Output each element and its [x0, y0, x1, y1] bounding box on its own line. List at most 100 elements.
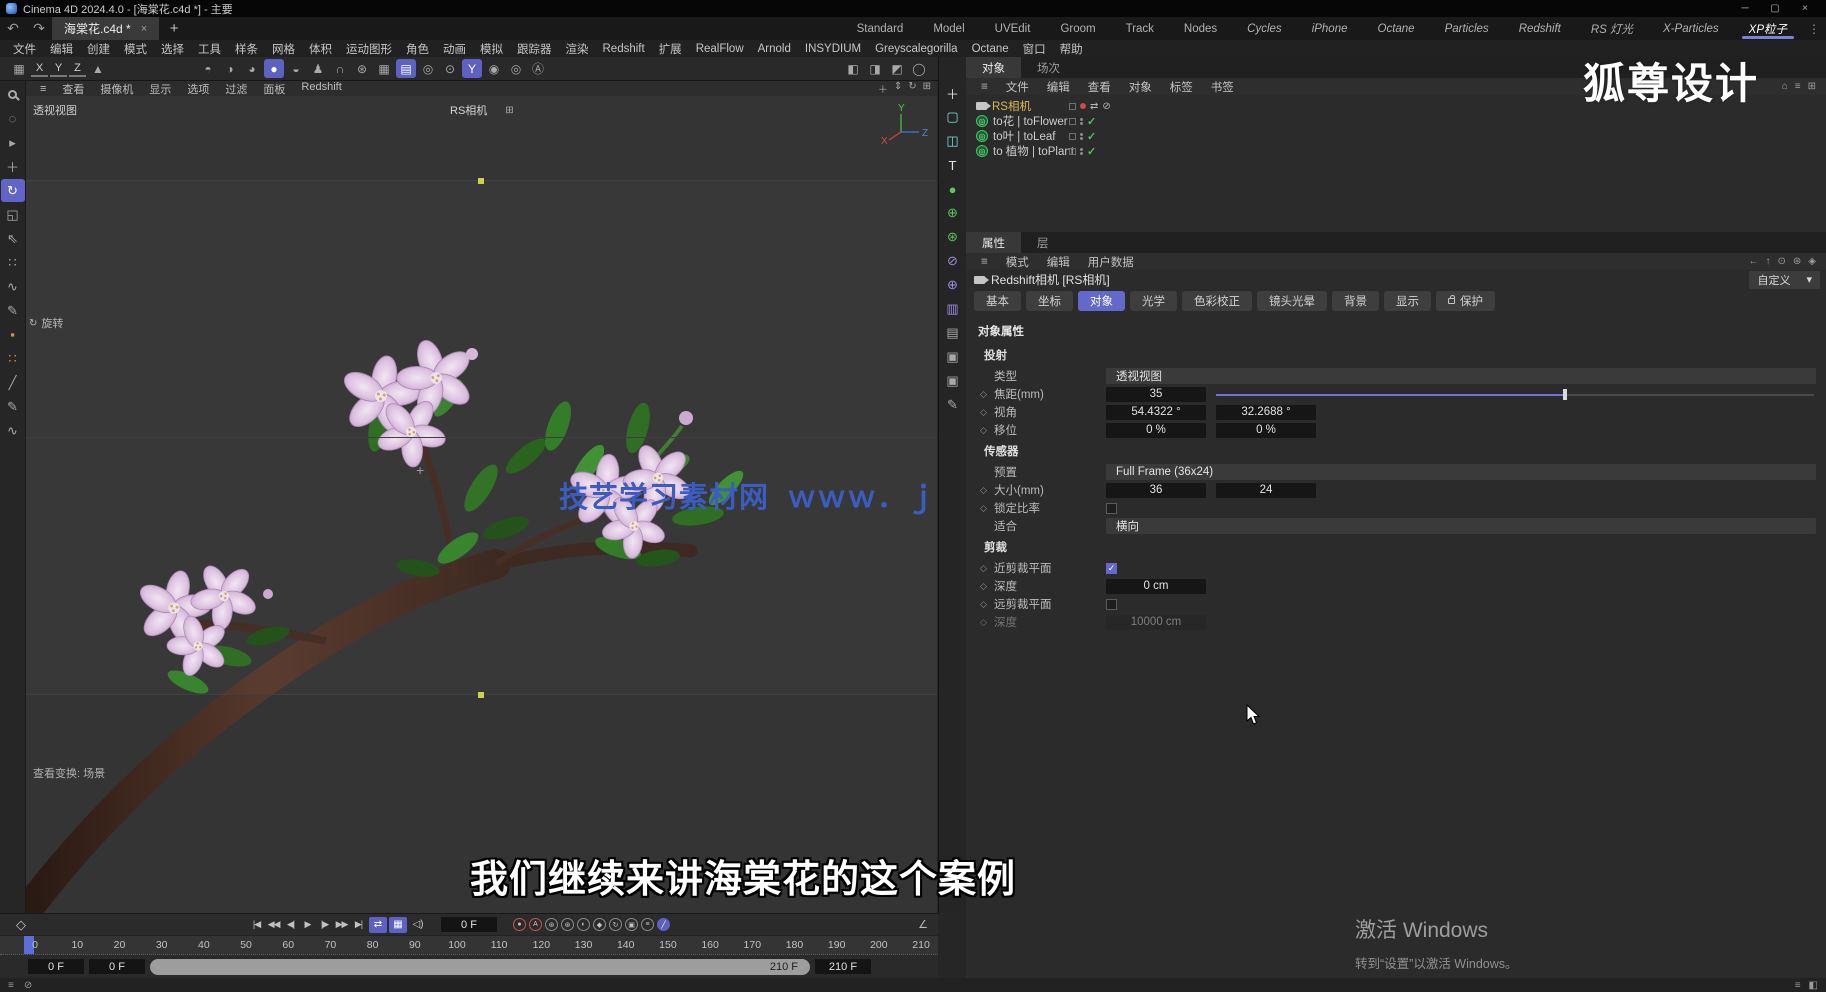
- category-tab[interactable]: 显示: [1384, 291, 1431, 311]
- points-move-icon[interactable]: ∷: [1, 251, 25, 274]
- status-menu-icon[interactable]: ≡: [8, 980, 14, 991]
- close-tab-icon[interactable]: ×: [141, 23, 147, 35]
- category-tab[interactable]: 背景: [1332, 291, 1379, 311]
- shading-lines-icon[interactable]: ◕: [242, 59, 262, 78]
- playback-button[interactable]: |◀: [248, 919, 265, 930]
- minimize-button[interactable]: ─: [1730, 3, 1760, 14]
- camera-a-icon[interactable]: ▣: [941, 345, 965, 369]
- visibility-toggle[interactable]: [1069, 148, 1076, 155]
- point-icon[interactable]: ▪: [1, 323, 25, 346]
- range-slider[interactable]: 210 F: [150, 959, 810, 975]
- auto-icon[interactable]: Ⓐ: [528, 59, 548, 78]
- rotate-tool-icon[interactable]: ↻: [1, 179, 25, 202]
- om-menu-item[interactable]: 文件: [997, 79, 1038, 95]
- spline-pen-icon[interactable]: ∿: [1, 275, 25, 298]
- layout-tab[interactable]: Cycles: [1232, 17, 1297, 40]
- ring-icon[interactable]: ◎: [418, 59, 438, 78]
- selection-move-icon[interactable]: ⇖: [1, 227, 25, 250]
- filter-icon[interactable]: ≡: [1795, 81, 1801, 92]
- fcurve-icon[interactable]: ∠: [918, 918, 938, 931]
- menubar-item[interactable]: 窗口: [1016, 41, 1053, 57]
- lock-z-axis-button[interactable]: Z: [69, 60, 86, 77]
- target-icon[interactable]: ⊙: [440, 59, 460, 78]
- render-settings-icon[interactable]: ◩: [887, 59, 907, 78]
- sensor-width-input[interactable]: 36: [1106, 483, 1206, 498]
- menubar-item[interactable]: 文件: [6, 41, 43, 57]
- category-tab[interactable]: 对象: [1078, 291, 1125, 311]
- sketch-pen-icon[interactable]: ✎: [1, 395, 25, 418]
- tree-row-toleaf[interactable]: ◎ to叶 | toLeaf ✓: [966, 129, 1826, 143]
- snap-settings-icon[interactable]: ⊛: [352, 59, 372, 78]
- record-button[interactable]: ↻: [609, 918, 622, 931]
- camera-b-icon[interactable]: ▣: [941, 369, 965, 393]
- menubar-item[interactable]: Redshift: [596, 43, 652, 55]
- fov-v-input[interactable]: 32.2688 °: [1216, 405, 1316, 420]
- viewport-menu-item[interactable]: 面板: [255, 81, 293, 97]
- lock-y-axis-button[interactable]: Y: [50, 60, 67, 77]
- active-camera-label[interactable]: RS相机 ⊞: [450, 102, 514, 118]
- current-frame-field[interactable]: 0 F: [441, 917, 497, 932]
- playback-button[interactable]: ▶: [299, 919, 316, 930]
- text-tool-icon[interactable]: T: [941, 153, 965, 177]
- protect-tag-icon[interactable]: ⊘: [1102, 101, 1110, 112]
- record-button[interactable]: ⊛: [545, 918, 558, 931]
- camera-handle-top[interactable]: [478, 178, 484, 184]
- viewport-menu-item[interactable]: 显示: [141, 81, 179, 97]
- close-button[interactable]: ×: [1790, 3, 1820, 14]
- menubar-item[interactable]: 帮助: [1053, 41, 1090, 57]
- tweak-icon[interactable]: ▸: [1, 131, 25, 154]
- flipbook-icon[interactable]: ▥: [941, 297, 965, 321]
- render-to-pv-icon[interactable]: ◨: [865, 59, 885, 78]
- sensor-preset-dropdown[interactable]: Full Frame (36x24): [1106, 464, 1816, 480]
- category-tab[interactable]: 光学: [1130, 291, 1177, 311]
- find-icon[interactable]: ⊙: [1778, 256, 1786, 267]
- enabled-check-icon[interactable]: ✓: [1087, 115, 1096, 128]
- figure-icon[interactable]: ♟: [308, 59, 328, 78]
- material-sphere-icon[interactable]: ◯: [909, 59, 929, 78]
- grid-icon[interactable]: ▦: [374, 59, 394, 78]
- shading-quick-icon[interactable]: ◑: [220, 59, 240, 78]
- split-view-icon[interactable]: Y: [462, 59, 482, 78]
- category-tab[interactable]: 镜头光晕: [1257, 291, 1327, 311]
- playback-button[interactable]: ◀◀: [265, 919, 282, 930]
- panel-tab[interactable]: 场次: [1021, 57, 1076, 78]
- pen-icon[interactable]: ✎: [1, 299, 25, 322]
- fit-dropdown[interactable]: 横向: [1106, 518, 1816, 534]
- menubar-item[interactable]: 创建: [80, 41, 117, 57]
- menubar-item[interactable]: Octane: [965, 43, 1016, 55]
- record-button[interactable]: ▣: [625, 918, 638, 931]
- menubar-item[interactable]: 跟踪器: [510, 41, 559, 57]
- record-button[interactable]: ╱: [657, 918, 670, 931]
- enabled-dot[interactable]: [1080, 103, 1086, 109]
- simulation-sphere-icon[interactable]: ●: [941, 177, 965, 201]
- document-tab[interactable]: 海棠花.c4d * ×: [52, 17, 159, 40]
- live-selection-icon[interactable]: ◌: [1, 107, 25, 130]
- maximize-view-icon[interactable]: ⊞: [923, 81, 931, 96]
- menubar-item[interactable]: 动画: [436, 41, 473, 57]
- record-button[interactable]: ◐: [577, 918, 590, 931]
- search-commander-icon[interactable]: [1, 83, 25, 106]
- layout-tab[interactable]: XP粒子: [1734, 17, 1802, 40]
- points-cluster-icon[interactable]: ∷: [1, 347, 25, 370]
- sound-toggle[interactable]: ◁): [409, 917, 427, 933]
- cube-icon[interactable]: ◫: [941, 129, 965, 153]
- record-button[interactable]: ⊛: [561, 918, 574, 931]
- layout-tab[interactable]: Groom: [1045, 17, 1110, 40]
- menubar-item[interactable]: 扩展: [652, 41, 689, 57]
- knife-icon[interactable]: ╱: [1, 371, 25, 394]
- layout-tab[interactable]: X-Particles: [1648, 17, 1734, 40]
- playback-button[interactable]: |▶: [316, 919, 333, 930]
- shading-wire-icon[interactable]: ◒: [286, 59, 306, 78]
- visibility-toggle[interactable]: [1069, 133, 1076, 140]
- layout-tab[interactable]: RS 灯光: [1576, 17, 1648, 40]
- back-icon[interactable]: ←: [1749, 256, 1759, 267]
- visibility-toggle[interactable]: [1069, 118, 1076, 125]
- menubar-item[interactable]: Arnold: [751, 43, 798, 55]
- category-tab[interactable]: 基本: [974, 291, 1021, 311]
- play-mode-toggle[interactable]: ▦: [389, 917, 407, 933]
- menubar-item[interactable]: Greyscalegorilla: [868, 43, 964, 55]
- up-icon[interactable]: ↑: [1766, 256, 1771, 267]
- om-menu-item[interactable]: 查看: [1079, 79, 1120, 95]
- am-menu-item[interactable]: 用户数据: [1079, 254, 1143, 270]
- render-view-icon[interactable]: ◧: [843, 59, 863, 78]
